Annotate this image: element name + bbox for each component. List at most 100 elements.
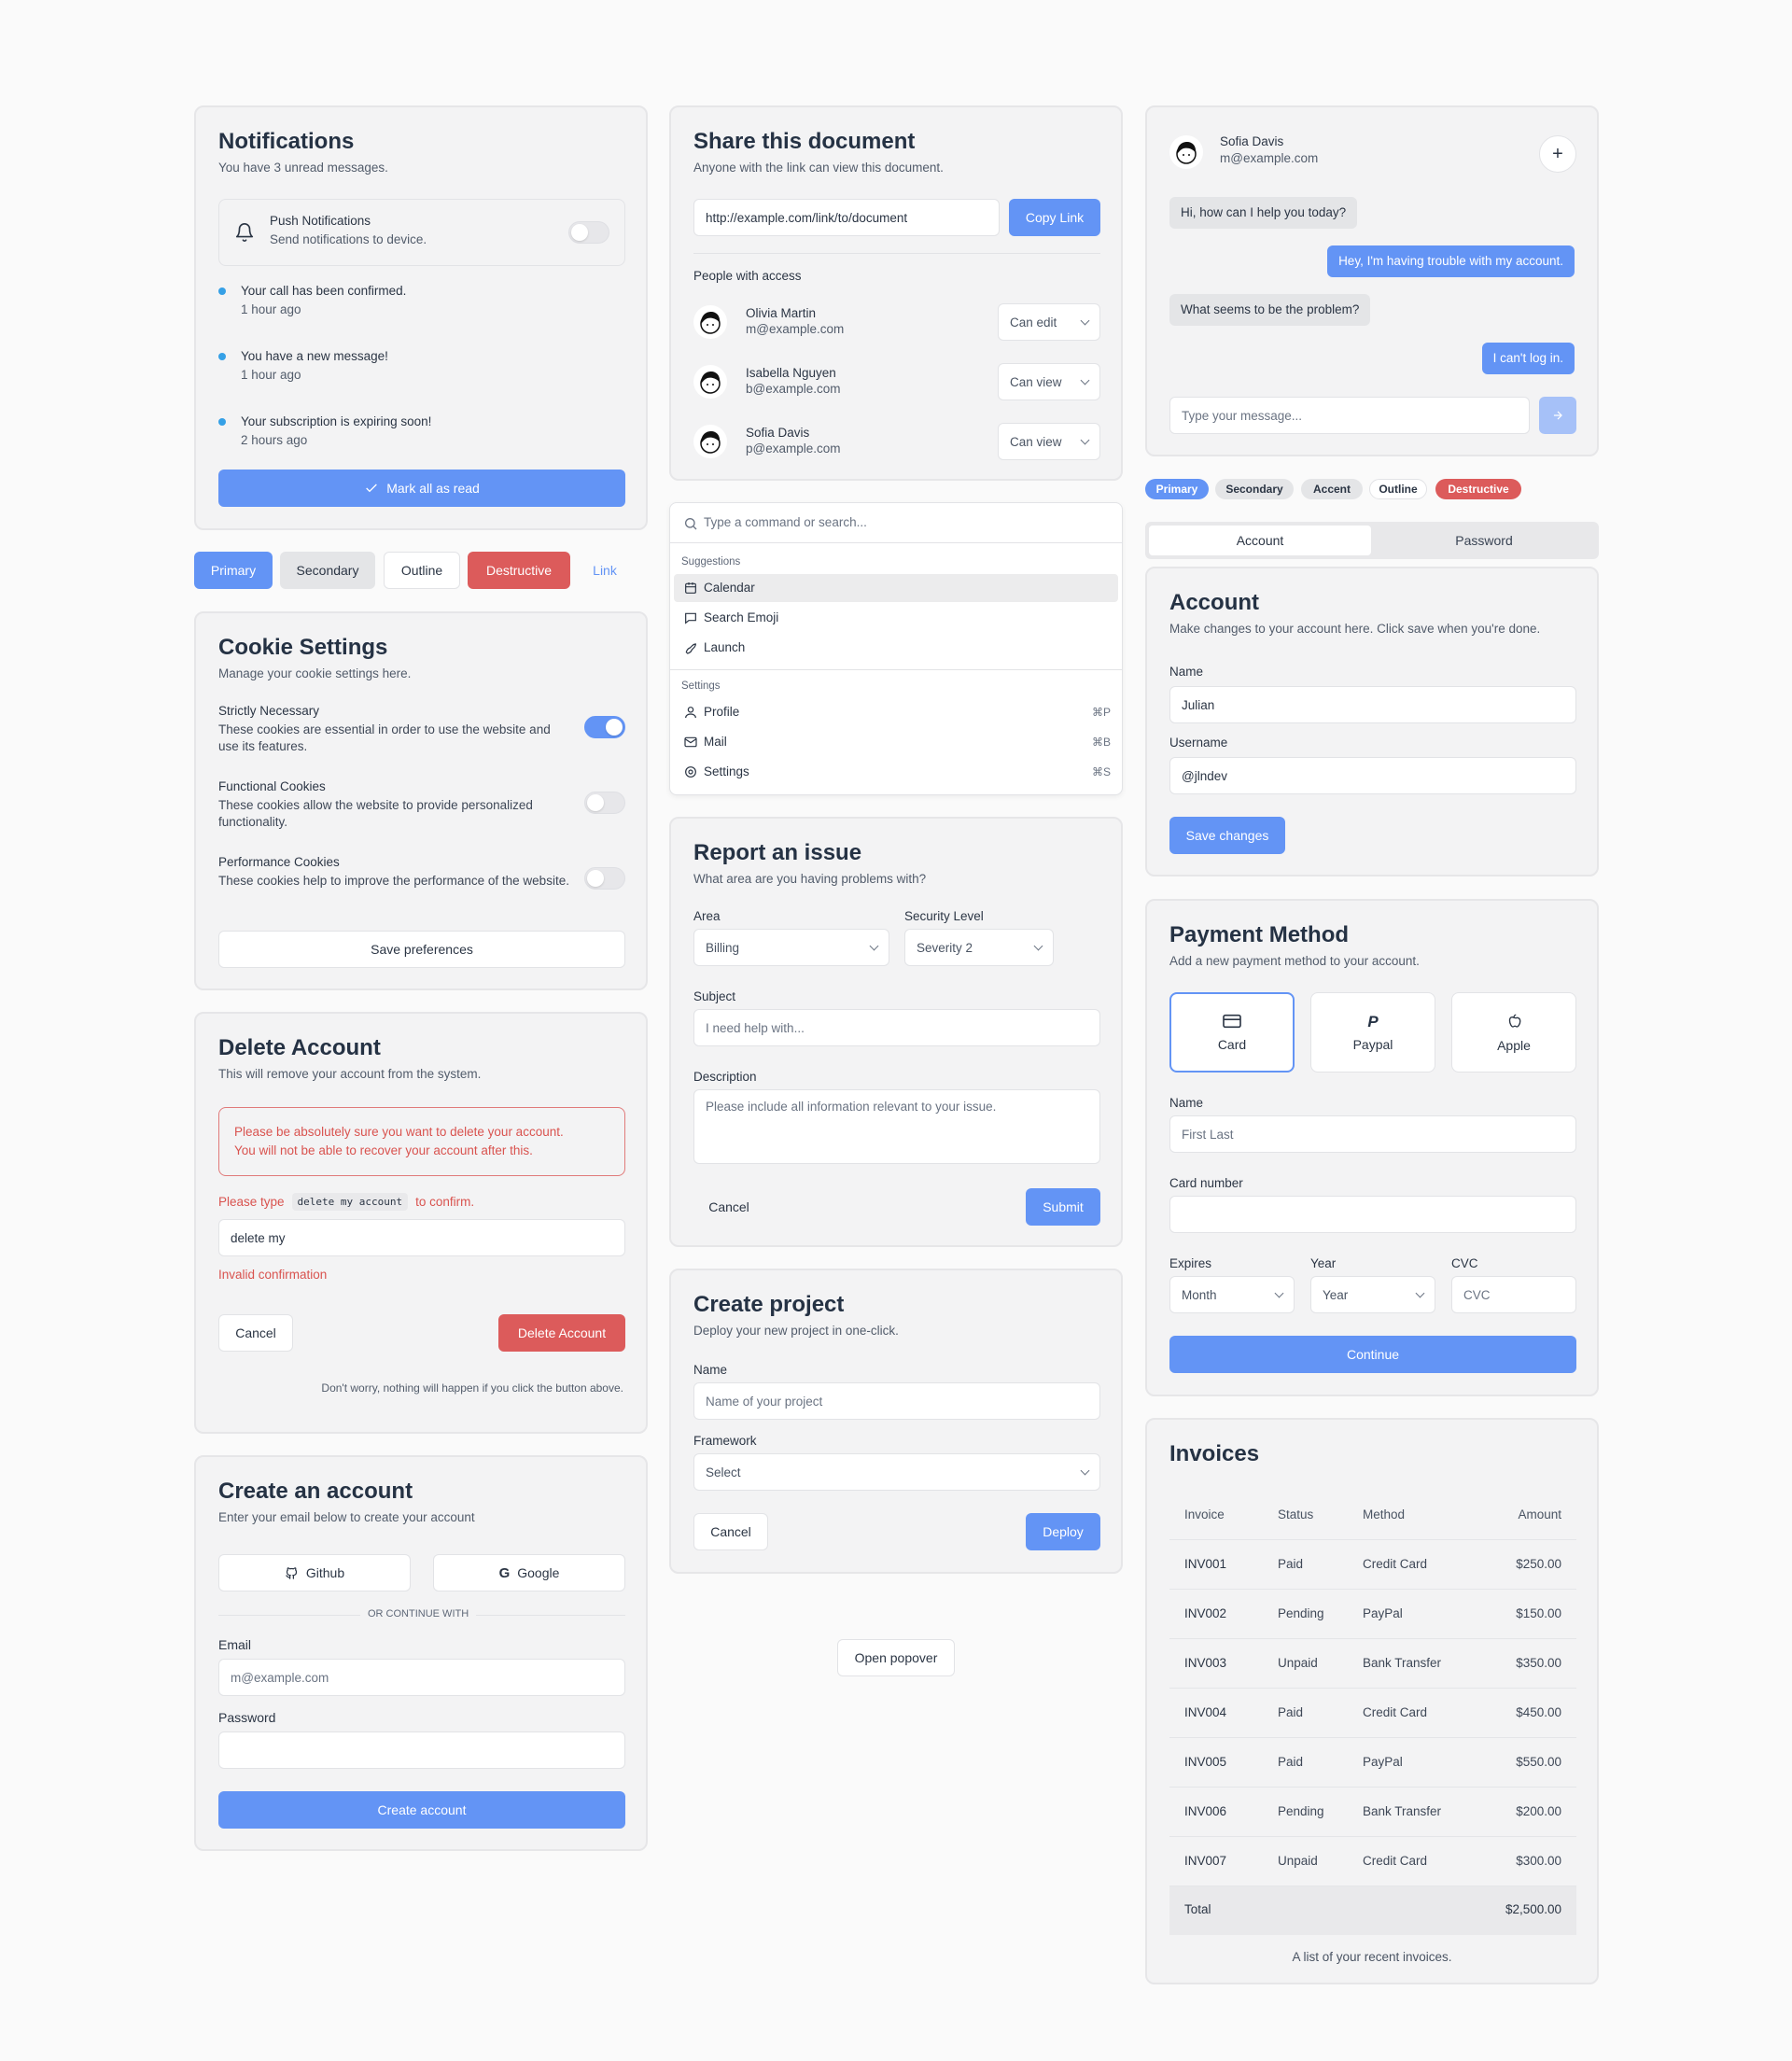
- deploy-button[interactable]: Deploy: [1026, 1513, 1100, 1550]
- cookie-toggle[interactable]: [584, 867, 625, 890]
- cookie-subtitle: Manage your cookie settings here.: [218, 666, 412, 680]
- shortcut-hint: ⌘B: [1091, 736, 1111, 749]
- cookie-toggle[interactable]: [584, 716, 625, 738]
- user-icon: [683, 705, 698, 724]
- cvc-input[interactable]: CVC: [1451, 1276, 1576, 1313]
- continue-button[interactable]: Continue: [1169, 1336, 1576, 1373]
- project-name-input[interactable]: Name of your project: [693, 1382, 1100, 1420]
- save-changes-button[interactable]: Save changes: [1169, 817, 1285, 854]
- subject-input[interactable]: I need help with...: [693, 1009, 1100, 1046]
- permission-select[interactable]: Can view: [998, 363, 1100, 400]
- link-button[interactable]: Link: [579, 552, 631, 589]
- github-button[interactable]: Github: [218, 1554, 411, 1591]
- confirm-instruction: Please type delete my account to confirm…: [218, 1193, 474, 1211]
- person-email: p@example.com: [746, 442, 841, 456]
- chevron-down-icon: [1274, 1288, 1284, 1297]
- send-button[interactable]: [1539, 397, 1576, 434]
- account-card: Account Make changes to your account her…: [1145, 567, 1599, 876]
- person-name: Isabella Nguyen: [746, 366, 836, 380]
- outline-button[interactable]: Outline: [384, 552, 460, 589]
- chevron-down-icon: [1080, 435, 1090, 444]
- suggestions-heading: Suggestions: [681, 556, 741, 568]
- tab-account[interactable]: Account: [1149, 526, 1371, 555]
- cookie-item-title: Functional Cookies: [218, 779, 326, 793]
- command-input[interactable]: Type a command or search...: [704, 515, 867, 529]
- confirm-input[interactable]: delete my: [218, 1219, 625, 1256]
- command-item[interactable]: Profile ⌘P: [674, 698, 1118, 726]
- share-link-input[interactable]: http://example.com/link/to/document: [693, 199, 1000, 236]
- project-cancel-button[interactable]: Cancel: [693, 1513, 768, 1550]
- new-chat-button[interactable]: +: [1539, 135, 1576, 173]
- push-toggle[interactable]: [568, 221, 609, 244]
- search-icon: [685, 518, 697, 530]
- share-document-card: Share this document Anyone with the link…: [669, 105, 1123, 481]
- warning-line-1: Please be absolutely sure you want to de…: [234, 1125, 564, 1139]
- destructive-button[interactable]: Destructive: [468, 552, 570, 589]
- invoice-header-status: Status: [1278, 1507, 1314, 1521]
- tab-password[interactable]: Password: [1373, 526, 1595, 555]
- method-apple[interactable]: Apple: [1451, 992, 1576, 1073]
- command-item[interactable]: Search Emoji: [674, 604, 1118, 632]
- project-title: Create project: [693, 1292, 845, 1317]
- framework-label: Framework: [693, 1434, 757, 1448]
- unread-dot: [218, 353, 226, 360]
- invoice-status: Unpaid: [1278, 1854, 1318, 1868]
- command-item[interactable]: Launch: [674, 634, 1118, 662]
- card-number-input[interactable]: [1169, 1196, 1576, 1233]
- email-field[interactable]: m@example.com: [218, 1659, 625, 1696]
- person-name: Sofia Davis: [746, 426, 810, 440]
- check-icon: [366, 484, 378, 493]
- security-level-label: Security Level: [904, 909, 984, 923]
- invoice-amount: $350.00: [1516, 1656, 1561, 1670]
- username-input[interactable]: @jlndev: [1169, 757, 1576, 794]
- report-cancel-button[interactable]: Cancel: [693, 1188, 764, 1226]
- chat-message-input[interactable]: Type your message...: [1169, 397, 1530, 434]
- delete-account-card: Delete Account This will remove your acc…: [194, 1012, 648, 1434]
- permission-select[interactable]: Can edit: [998, 303, 1100, 341]
- area-select[interactable]: Billing: [693, 929, 889, 966]
- mark-all-read-button[interactable]: Mark all as read: [218, 470, 625, 507]
- google-button[interactable]: G Google: [433, 1554, 625, 1591]
- primary-button[interactable]: Primary: [194, 552, 273, 589]
- open-popover-button[interactable]: Open popover: [837, 1639, 955, 1676]
- security-level-select[interactable]: Severity 2: [904, 929, 1054, 966]
- framework-value: Select: [706, 1465, 741, 1479]
- command-item-label: Launch: [704, 640, 746, 654]
- invoice-id: INV007: [1184, 1854, 1227, 1868]
- plus-icon: +: [1552, 143, 1563, 164]
- notification-text: You have a new message!: [241, 349, 388, 363]
- invoice-method: Credit Card: [1363, 1705, 1428, 1719]
- month-select[interactable]: Month: [1169, 1276, 1295, 1313]
- description-textarea[interactable]: Please include all information relevant …: [693, 1089, 1100, 1164]
- year-label: Year: [1310, 1256, 1337, 1270]
- command-item[interactable]: Mail ⌘B: [674, 728, 1118, 756]
- account-name-input[interactable]: Julian: [1169, 686, 1576, 723]
- password-field[interactable]: [218, 1732, 625, 1769]
- year-select[interactable]: Year: [1310, 1276, 1435, 1313]
- card-name-input[interactable]: First Last: [1169, 1115, 1576, 1153]
- permission-select[interactable]: Can view: [998, 423, 1100, 460]
- method-paypal[interactable]: P Paypal: [1310, 992, 1435, 1073]
- permission-value: Can edit: [1010, 315, 1057, 329]
- create-account-button[interactable]: Create account: [218, 1791, 625, 1829]
- save-preferences-button[interactable]: Save preferences: [218, 931, 625, 968]
- report-submit-button[interactable]: Submit: [1026, 1188, 1100, 1226]
- password-label: Password: [218, 1710, 276, 1725]
- delete-account-button[interactable]: Delete Account: [498, 1314, 625, 1352]
- copy-link-button[interactable]: Copy Link: [1009, 199, 1100, 236]
- delete-warning: Please be absolutely sure you want to de…: [218, 1107, 625, 1176]
- command-item-label: Settings: [704, 764, 749, 778]
- framework-select[interactable]: Select: [693, 1453, 1100, 1491]
- security-level-value: Severity 2: [917, 940, 973, 955]
- command-item[interactable]: Settings ⌘S: [674, 758, 1118, 786]
- avatar: [693, 305, 727, 339]
- secondary-button[interactable]: Secondary: [280, 552, 375, 589]
- command-divider: [670, 542, 1122, 543]
- invoice-header-method: Method: [1363, 1507, 1406, 1521]
- command-item[interactable]: Calendar: [674, 574, 1118, 602]
- method-card[interactable]: Card: [1169, 992, 1295, 1073]
- cookie-toggle[interactable]: [584, 792, 625, 814]
- google-icon: G: [498, 1564, 511, 1581]
- delete-cancel-button[interactable]: Cancel: [218, 1314, 293, 1352]
- user-message: I can't log in.: [1481, 343, 1575, 374]
